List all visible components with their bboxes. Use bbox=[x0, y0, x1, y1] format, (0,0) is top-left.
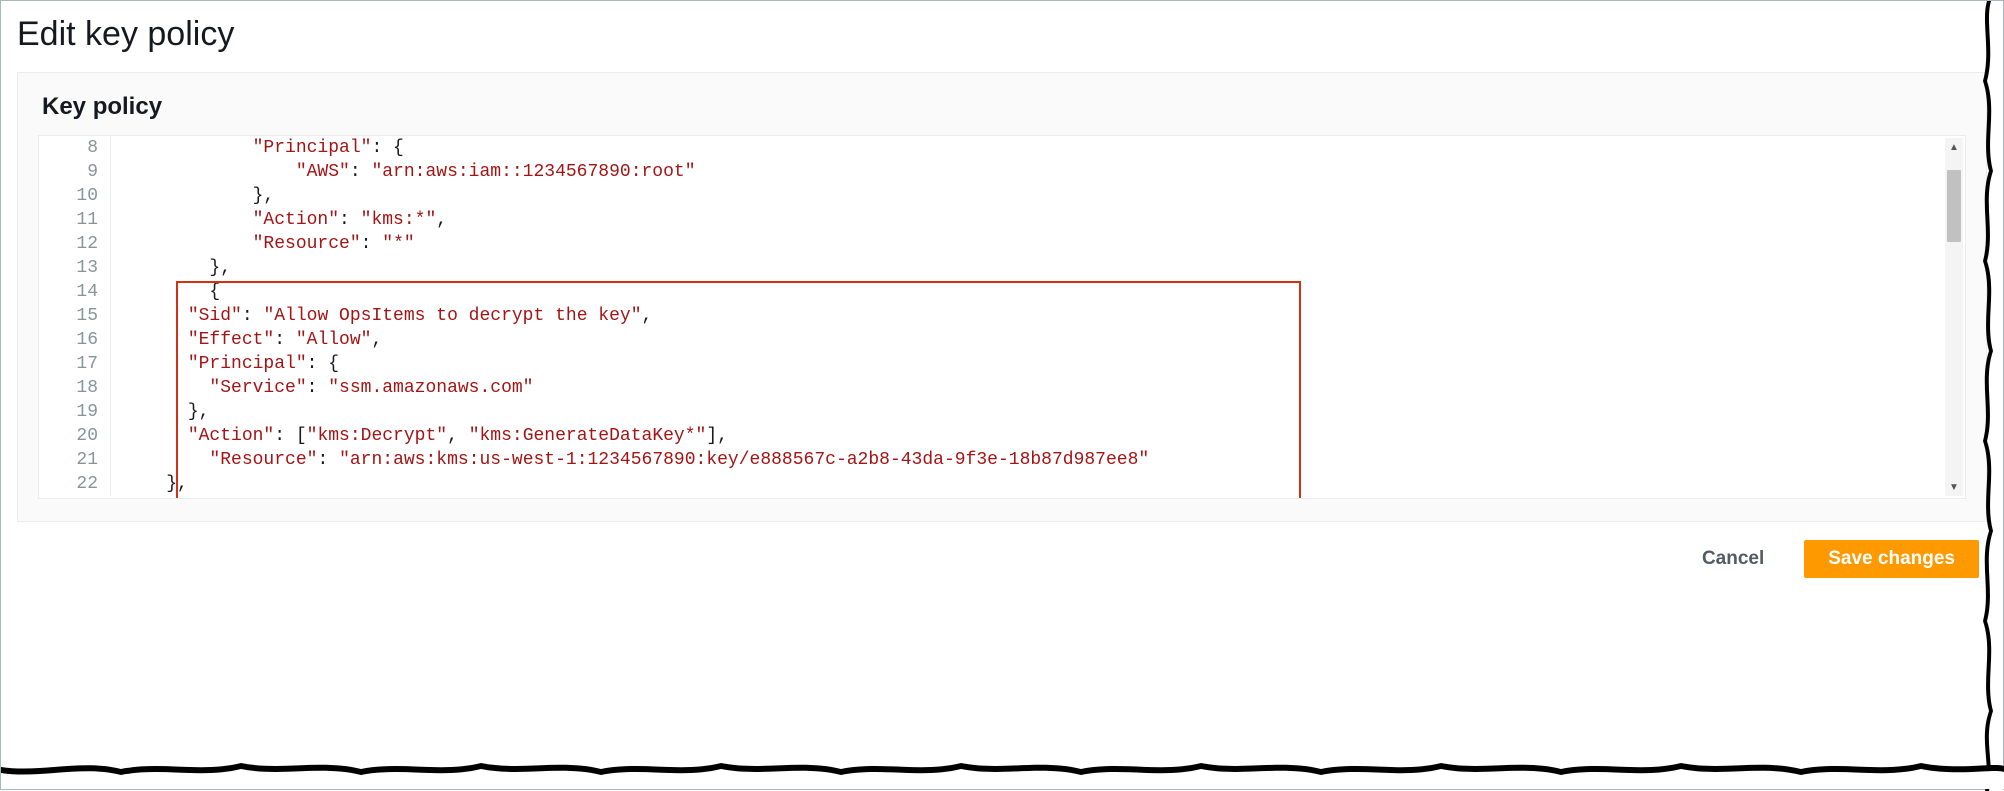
code-content[interactable]: "AWS": "arn:aws:iam::1234567890:root" bbox=[111, 160, 1965, 184]
line-number: 19 bbox=[39, 400, 111, 424]
line-number: 20 bbox=[39, 424, 111, 448]
code-content[interactable]: "Resource": "arn:aws:kms:us-west-1:12345… bbox=[111, 448, 1965, 472]
line-number: 16 bbox=[39, 328, 111, 352]
code-content[interactable]: "Effect": "Allow", bbox=[111, 328, 1965, 352]
line-number: 13 bbox=[39, 256, 111, 280]
key-policy-card: Key policy 8 "Principal": {9 "AWS": "arn… bbox=[17, 72, 1987, 522]
code-content[interactable]: "Service": "ssm.amazonaws.com" bbox=[111, 376, 1965, 400]
button-row: Cancel Save changes bbox=[1, 522, 2003, 578]
code-line[interactable]: 14 { bbox=[39, 280, 1965, 304]
scroll-up-icon[interactable]: ▲ bbox=[1945, 138, 1963, 156]
line-number: 8 bbox=[39, 136, 111, 160]
code-content[interactable]: "Sid": "Allow OpsItems to decrypt the ke… bbox=[111, 304, 1965, 328]
code-line[interactable]: 9 "AWS": "arn:aws:iam::1234567890:root" bbox=[39, 160, 1965, 184]
scrollbar[interactable]: ▲ ▼ bbox=[1945, 138, 1963, 496]
code-line[interactable]: 13 }, bbox=[39, 256, 1965, 280]
line-number: 21 bbox=[39, 448, 111, 472]
code-line[interactable]: 18 "Service": "ssm.amazonaws.com" bbox=[39, 376, 1965, 400]
code-line[interactable]: 20 "Action": ["kms:Decrypt", "kms:Genera… bbox=[39, 424, 1965, 448]
code-content[interactable]: "Principal": { bbox=[111, 352, 1965, 376]
code-content[interactable]: "Action": ["kms:Decrypt", "kms:GenerateD… bbox=[111, 424, 1965, 448]
line-number: 9 bbox=[39, 160, 111, 184]
save-button[interactable]: Save changes bbox=[1804, 540, 1979, 578]
code-content[interactable]: "Principal": { bbox=[111, 136, 1965, 160]
torn-edge-bottom bbox=[1, 753, 2004, 789]
scrollbar-thumb[interactable] bbox=[1947, 170, 1961, 242]
policy-editor-container: 8 "Principal": {9 "AWS": "arn:aws:iam::1… bbox=[38, 135, 1966, 499]
card-title: Key policy bbox=[42, 93, 1962, 121]
line-number: 11 bbox=[39, 208, 111, 232]
code-content[interactable]: }, bbox=[111, 472, 1965, 496]
code-content[interactable]: "Action": "kms:*", bbox=[111, 208, 1965, 232]
line-number: 12 bbox=[39, 232, 111, 256]
code-line[interactable]: 21 "Resource": "arn:aws:kms:us-west-1:12… bbox=[39, 448, 1965, 472]
code-content[interactable]: { bbox=[111, 280, 1965, 304]
code-content[interactable]: "Resource": "*" bbox=[111, 232, 1965, 256]
page-title: Edit key policy bbox=[1, 1, 2003, 64]
line-number: 15 bbox=[39, 304, 111, 328]
code-content[interactable]: }, bbox=[111, 256, 1965, 280]
line-number: 18 bbox=[39, 376, 111, 400]
cancel-button[interactable]: Cancel bbox=[1678, 540, 1788, 578]
card-header: Key policy bbox=[18, 73, 1986, 135]
line-number: 10 bbox=[39, 184, 111, 208]
code-line[interactable]: 8 "Principal": { bbox=[39, 136, 1965, 160]
code-line[interactable]: 11 "Action": "kms:*", bbox=[39, 208, 1965, 232]
code-line[interactable]: 10 }, bbox=[39, 184, 1965, 208]
scroll-down-icon[interactable]: ▼ bbox=[1945, 478, 1963, 496]
code-content[interactable]: }, bbox=[111, 184, 1965, 208]
code-line[interactable]: 22 }, bbox=[39, 472, 1965, 496]
line-number: 22 bbox=[39, 472, 111, 496]
line-number: 14 bbox=[39, 280, 111, 304]
code-line[interactable]: 12 "Resource": "*" bbox=[39, 232, 1965, 256]
code-content[interactable]: }, bbox=[111, 400, 1965, 424]
code-line[interactable]: 16 "Effect": "Allow", bbox=[39, 328, 1965, 352]
policy-editor[interactable]: 8 "Principal": {9 "AWS": "arn:aws:iam::1… bbox=[39, 136, 1965, 498]
code-line[interactable]: 15 "Sid": "Allow OpsItems to decrypt the… bbox=[39, 304, 1965, 328]
line-number: 17 bbox=[39, 352, 111, 376]
code-line[interactable]: 19 }, bbox=[39, 400, 1965, 424]
page-root: Edit key policy Key policy 8 "Principal"… bbox=[0, 0, 2004, 790]
code-line[interactable]: 17 "Principal": { bbox=[39, 352, 1965, 376]
